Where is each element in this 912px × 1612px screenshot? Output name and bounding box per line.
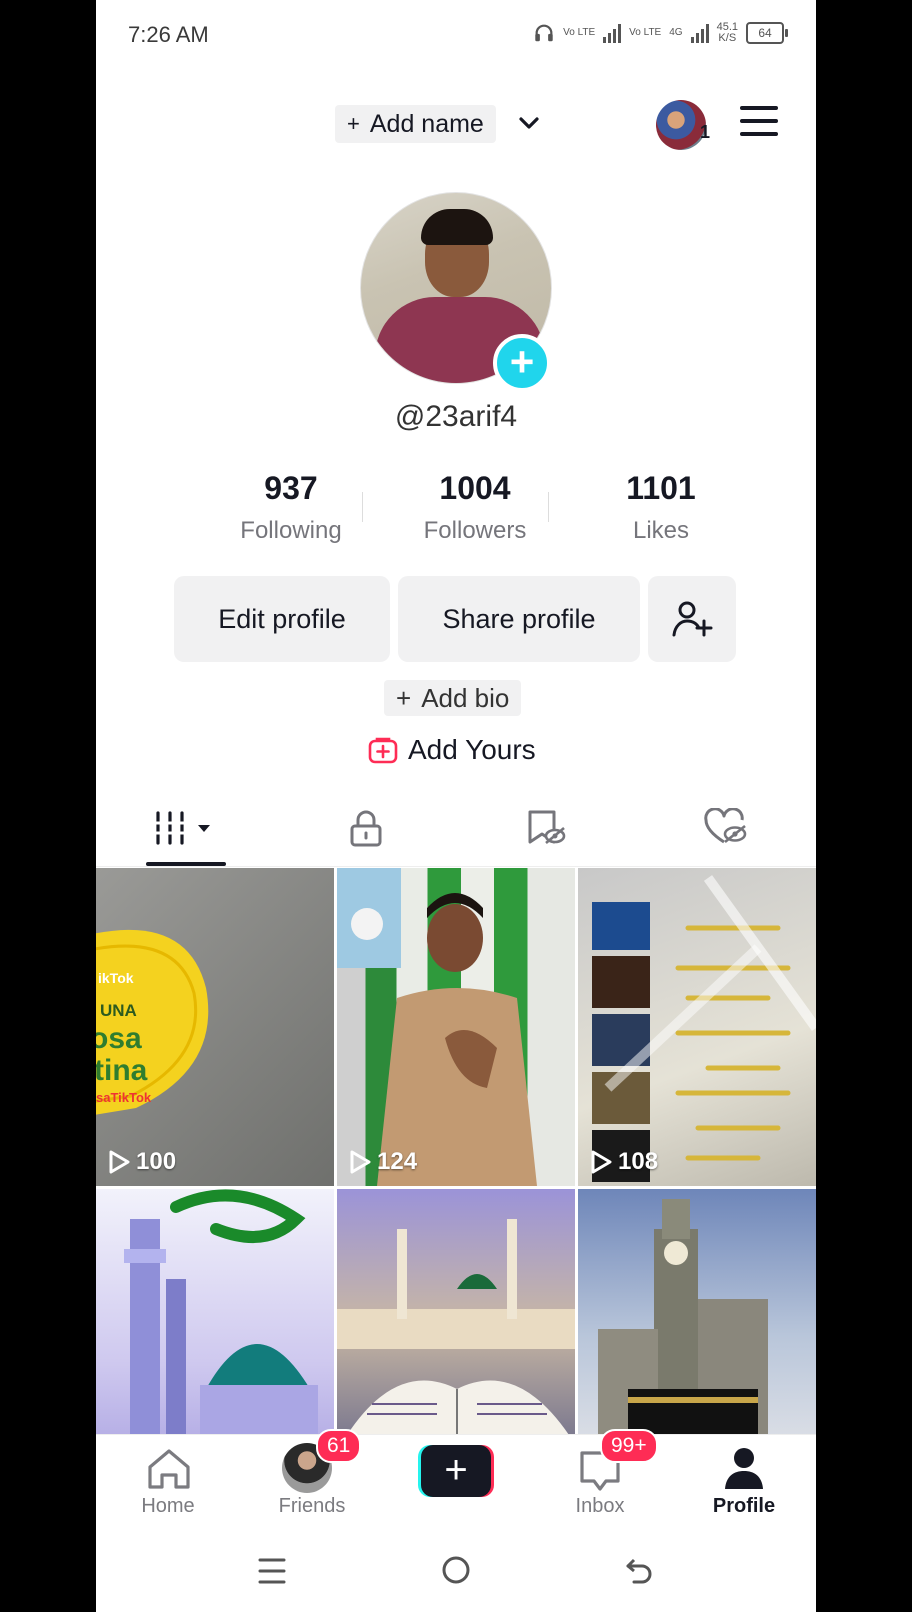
video-thumbnail[interactable] <box>337 1189 575 1435</box>
svg-text:osa: osa <box>96 1022 142 1055</box>
followers-label: Followers <box>423 517 527 544</box>
status-time: 7:26 AM <box>128 22 209 47</box>
svg-text:ikTok: ikTok <box>98 970 134 986</box>
username: @23arif4 <box>394 400 518 433</box>
home-icon <box>148 1449 190 1489</box>
chevron-down-icon[interactable] <box>514 108 544 138</box>
video-thumbnail[interactable]: ikTok UNA osa tina saTikTok 100 <box>96 868 334 1186</box>
nav-inbox[interactable]: 99+ Inbox <box>528 1429 672 1527</box>
svg-text:tina: tina <box>96 1054 148 1087</box>
profile-person-icon <box>725 1448 763 1489</box>
view-count-value: 124 <box>377 1148 418 1175</box>
profile-screen: 7:26 AM Vo LTE Vo LTE 4G 45.1 K/S 64 + Ad… <box>96 0 816 1612</box>
following-count: 937 <box>264 470 318 506</box>
tab-saved[interactable] <box>456 790 636 866</box>
add-person-icon <box>672 601 713 637</box>
inbox-badge: 99+ <box>600 1429 658 1463</box>
stat-likes[interactable]: 1101 Likes <box>586 470 736 545</box>
add-name-button[interactable]: + Add name <box>335 105 496 143</box>
create-plus-icon: + <box>418 1445 494 1497</box>
likes-count: 1101 <box>626 470 696 506</box>
videos-grid-icon <box>155 811 210 845</box>
add-photo-plus-icon[interactable]: + <box>493 334 551 392</box>
hamburger-menu-icon[interactable] <box>740 106 778 138</box>
likes-label: Likes <box>632 517 690 544</box>
active-tab-indicator <box>146 862 226 866</box>
tab-videos[interactable] <box>96 790 276 866</box>
network-type: 4G <box>669 27 683 38</box>
bottom-nav: Home 61 Friends + 99+ Inbox Profile <box>96 1429 816 1527</box>
volte-label-2: Vo LTE <box>629 27 662 38</box>
nav-inbox-label: Inbox <box>575 1495 625 1517</box>
add-yours-button[interactable]: Add Yours <box>368 730 536 770</box>
recent-apps-icon[interactable] <box>258 1556 286 1586</box>
profile-tabs <box>96 790 816 867</box>
tab-liked[interactable] <box>636 790 816 866</box>
liked-hidden-icon <box>704 808 747 844</box>
add-yours-icon <box>368 737 398 764</box>
nav-friends-label: Friends <box>278 1495 346 1517</box>
view-count: 108 <box>590 1148 658 1176</box>
net-speed: 45.1 K/S <box>717 22 738 44</box>
stat-divider <box>362 492 363 522</box>
view-count: 100 <box>108 1148 176 1176</box>
stat-followers[interactable]: 1004 Followers <box>400 470 550 545</box>
home-circle-icon[interactable] <box>440 1554 472 1586</box>
nav-profile-label: Profile <box>712 1495 776 1517</box>
stat-divider <box>548 492 549 522</box>
followers-count: 1004 <box>439 470 511 506</box>
nav-create[interactable]: + <box>384 1435 528 1527</box>
video-thumbnail[interactable]: 124 <box>337 868 575 1186</box>
svg-text:saTikTok: saTikTok <box>96 1090 152 1105</box>
edit-profile-button[interactable]: Edit profile <box>174 576 390 662</box>
share-profile-button[interactable]: Share profile <box>398 576 640 662</box>
volte-label-1: Vo LTE <box>563 27 596 38</box>
nav-profile[interactable]: Profile <box>672 1435 816 1527</box>
profile-stats: 937 Following 1004 Followers 1101 Likes <box>96 470 816 550</box>
profile-header: + Add name 1 <box>96 100 816 150</box>
add-name-label: Add name <box>369 109 484 138</box>
system-nav-bar <box>96 1536 816 1612</box>
add-bio-label: Add bio <box>421 682 510 713</box>
plus-icon: + <box>396 682 412 713</box>
status-bar: 7:26 AM Vo LTE Vo LTE 4G 45.1 K/S 64 <box>96 0 816 72</box>
play-icon <box>109 1150 130 1174</box>
battery-icon: 64 <box>746 22 788 44</box>
view-count-value: 100 <box>136 1148 177 1175</box>
view-count-value: 108 <box>618 1148 659 1175</box>
net-speed-unit: K/S <box>718 32 737 44</box>
following-label: Following <box>240 517 342 544</box>
add-friends-button[interactable] <box>648 576 736 662</box>
account-switcher-avatar[interactable] <box>656 100 706 150</box>
signal-icon-2 <box>690 23 709 43</box>
view-count: 124 <box>349 1148 417 1176</box>
headphones-icon <box>535 24 553 42</box>
account-count: 1 <box>700 122 711 142</box>
add-bio-button[interactable]: + Add bio <box>384 680 522 716</box>
status-icons: Vo LTE Vo LTE 4G 45.1 K/S 64 <box>533 22 788 44</box>
saved-hidden-icon <box>528 810 566 844</box>
play-icon <box>350 1150 371 1174</box>
lock-icon <box>350 810 382 847</box>
stat-following[interactable]: 937 Following <box>216 470 366 545</box>
nav-friends[interactable]: 61 Friends <box>240 1429 384 1527</box>
video-thumbnail[interactable]: 108 <box>578 868 816 1186</box>
plus-icon: + <box>347 111 360 136</box>
video-thumbnail[interactable] <box>96 1189 334 1435</box>
back-icon[interactable] <box>624 1554 656 1586</box>
signal-icon <box>603 23 622 43</box>
play-icon <box>591 1150 612 1174</box>
video-thumbnail[interactable] <box>578 1189 816 1435</box>
nav-home-label: Home <box>141 1495 195 1517</box>
add-yours-label: Add Yours <box>408 734 536 765</box>
nav-home[interactable]: Home <box>96 1435 240 1527</box>
tab-private[interactable] <box>276 790 456 866</box>
svg-text:UNA: UNA <box>100 1001 137 1020</box>
friends-badge: 61 <box>316 1429 362 1463</box>
